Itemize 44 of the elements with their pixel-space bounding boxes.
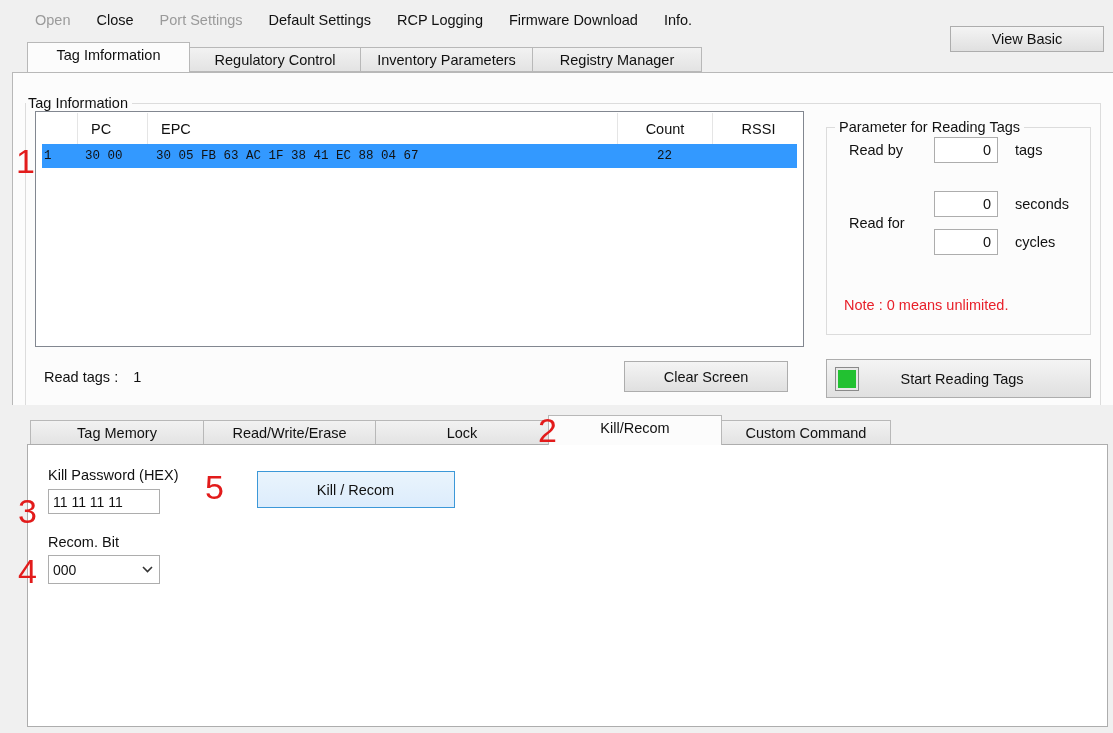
unit-label: seconds <box>1014 196 1070 212</box>
table-cell-text: 30 05 FB 63 AC 1F 38 41 EC 88 04 67 <box>155 149 420 163</box>
table-cell-text: 30 00 <box>84 149 124 163</box>
table-cell-text: 22 <box>656 149 673 163</box>
read-by-label: Read by <box>849 142 904 158</box>
menu-item[interactable]: Close <box>83 12 147 34</box>
tab[interactable]: Tag Imformation <box>27 42 190 72</box>
start-reading-button[interactable]: Start Reading Tags <box>826 359 1091 398</box>
read-by-field[interactable]: 0 <box>934 137 998 163</box>
tab[interactable]: Regulatory Control <box>189 47 361 72</box>
tag-list[interactable]: PC EPC Count RSSI 1 30 00 30 05 FB 63 AC 1F 38 41 EC 88 04 67 22 <box>35 111 804 347</box>
menu-item[interactable]: Default Settings <box>255 12 384 34</box>
callout-number: 1 <box>16 144 35 178</box>
kill-recom-button[interactable]: Kill / Recom <box>256 471 455 508</box>
table-row[interactable]: 1 30 00 30 05 FB 63 AC 1F 38 41 EC 88 04 67 22 <box>42 144 797 168</box>
unit-label: tags <box>1014 142 1044 158</box>
seconds-field[interactable]: 0 <box>934 191 998 217</box>
read-tags-label: Read tags : <box>44 368 119 385</box>
menu-item[interactable]: Info. <box>650 12 706 34</box>
callout-number: 4 <box>18 554 37 588</box>
clear-screen-button[interactable]: Clear Screen <box>624 361 788 392</box>
recom-bit-label: Recom. Bit <box>48 534 120 550</box>
cycles-field[interactable]: 0 <box>934 229 998 255</box>
kill-password-label: Kill Password (HEX) <box>48 467 179 483</box>
tab[interactable]: Custom Command <box>721 420 891 445</box>
callout-number: 5 <box>205 470 224 504</box>
chevron-down-icon <box>142 566 153 573</box>
menu-item[interactable]: Firmware Download <box>495 12 651 34</box>
view-basic-button[interactable]: View Basic <box>950 26 1104 52</box>
tab[interactable]: Tag Memory <box>30 420 204 445</box>
group-title: Parameter for Reading Tags <box>838 119 1022 135</box>
group-title: Tag Information <box>27 95 129 111</box>
row-number: 1 <box>43 149 53 163</box>
tab[interactable]: Read/Write/Erase <box>203 420 376 445</box>
menu-item[interactable]: RCP Logging <box>383 12 496 34</box>
read-tags-value: 1 <box>133 368 142 385</box>
recom-bit-select[interactable]: 000 <box>48 555 160 584</box>
tab[interactable]: Inventory Parameters <box>360 47 533 72</box>
unit-label: cycles <box>1014 234 1057 250</box>
callout-number: 3 <box>18 494 37 528</box>
kill-password-field[interactable]: 11 11 11 11 <box>48 489 160 514</box>
read-for-label: Read for <box>849 215 906 231</box>
tab[interactable]: Registry Manager <box>532 47 702 72</box>
note-text: Note : 0 means unlimited. <box>844 297 1010 313</box>
